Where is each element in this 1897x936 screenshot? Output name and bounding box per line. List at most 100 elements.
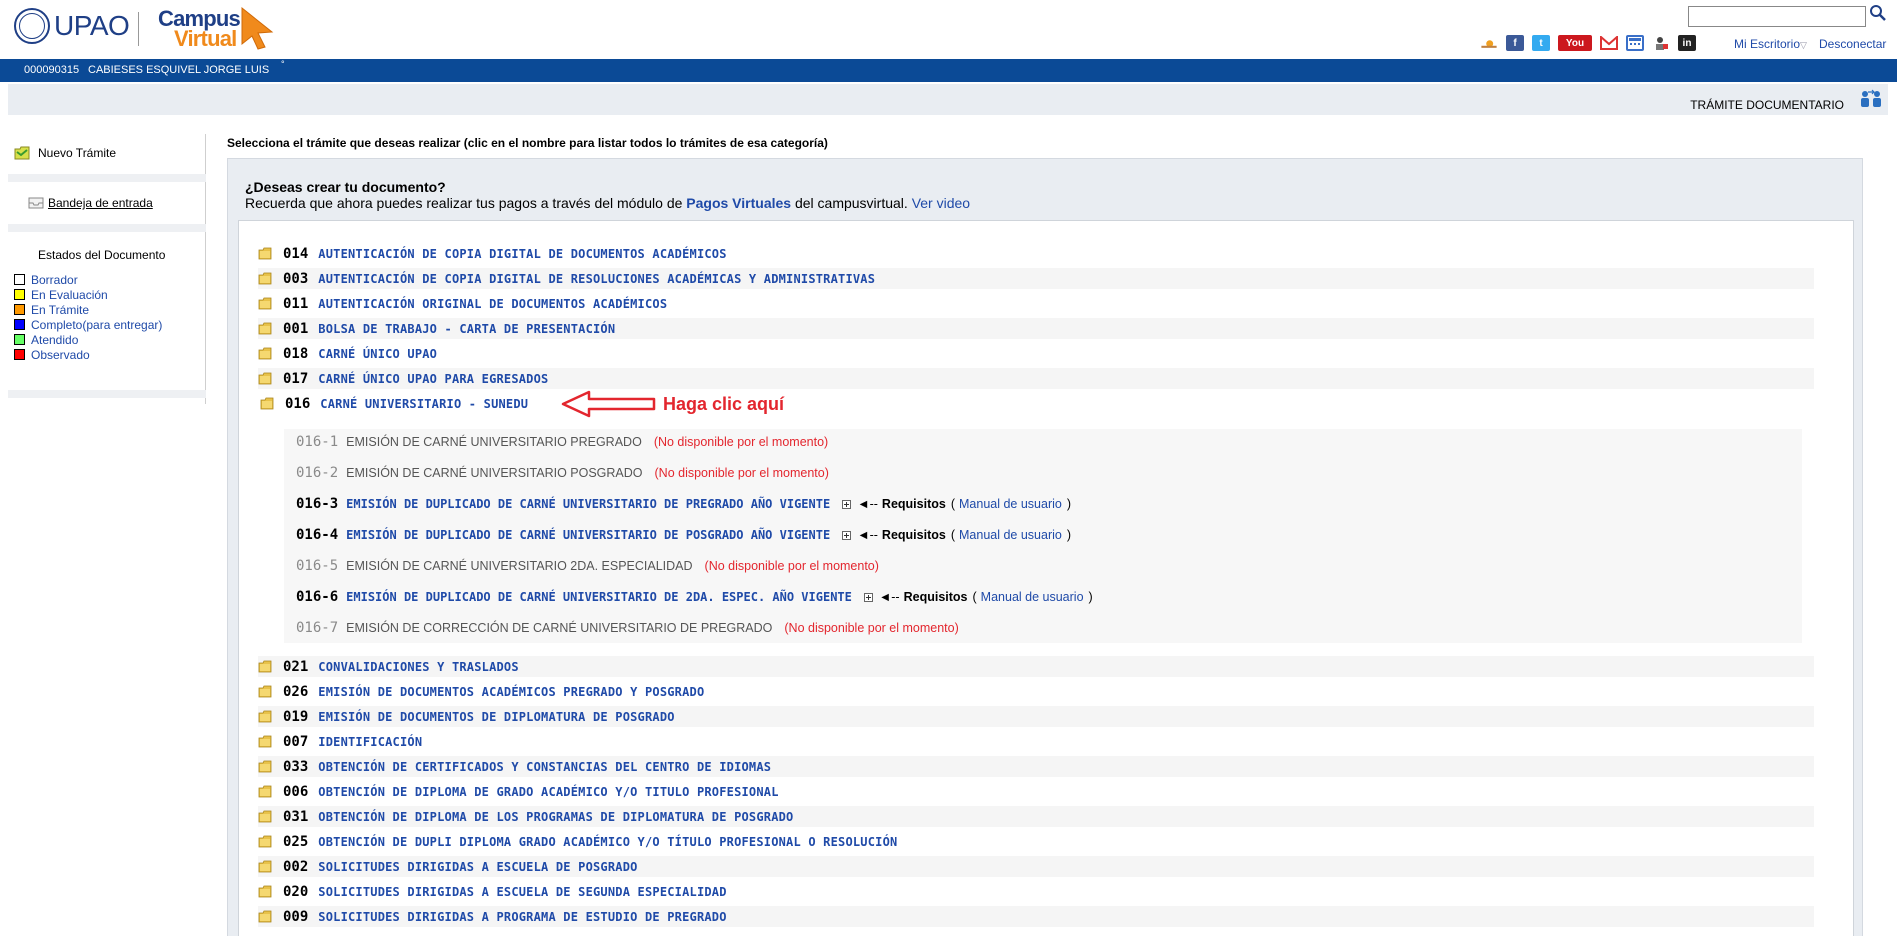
category-row[interactable]: 002 SOLICITUDES DIRIGIDAS A ESCUELA DE PO…	[258, 856, 1814, 877]
unavailable-note: (No disponible por el momento)	[704, 559, 879, 573]
category-row[interactable]: 007 IDENTIFICACIÓN	[258, 731, 1814, 752]
requirements-link[interactable]: Requisitos	[882, 528, 946, 542]
category-row[interactable]: 017 CARNÉ ÚNICO UPAO PARA EGRESADOS	[258, 368, 1814, 389]
category-name[interactable]: SOLICITUDES DIRIGIDAS A ESCUELA DE POSGR…	[318, 860, 637, 874]
category-row[interactable]: 033 OBTENCIÓN DE CERTIFICADOS Y CONSTANCI…	[258, 756, 1814, 777]
calendar-icon[interactable]	[1626, 35, 1644, 51]
subprocedure-name[interactable]: EMISIÓN DE DUPLICADO DE CARNÉ UNIVERSITA…	[346, 528, 830, 542]
folder-icon	[260, 397, 274, 410]
category-name[interactable]: AUTENTICACIÓN DE COPIA DIGITAL DE RESOLU…	[318, 272, 875, 286]
folder-icon	[258, 322, 272, 335]
upao-logo[interactable]: UPAO	[14, 8, 130, 44]
subprocedure-name: EMISIÓN DE CARNÉ UNIVERSITARIO 2DA. ESPE…	[346, 559, 693, 573]
user-code: 000090315	[24, 64, 80, 76]
expand-plus-icon[interactable]	[842, 530, 852, 540]
paren-open: (	[950, 497, 955, 511]
user-manual-link[interactable]: Manual de usuario	[959, 497, 1062, 511]
user-bar: 000090315 CABIESES ESQUIVEL JORGE LUIS °	[0, 59, 1897, 82]
user-manual-link[interactable]: Manual de usuario	[981, 590, 1084, 604]
folder-icon	[258, 860, 272, 873]
category-name[interactable]: SOLICITUDES DIRIGIDAS A PROGRAMA DE ESTU…	[318, 910, 726, 924]
search-input[interactable]	[1688, 6, 1866, 27]
folder-icon	[258, 297, 272, 310]
user-shortcut-icon[interactable]	[1652, 35, 1670, 51]
category-row[interactable]: 003 AUTENTICACIÓN DE COPIA DIGITAL DE RES…	[258, 268, 1814, 289]
category-name[interactable]: EMISIÓN DE DOCUMENTOS DE DIPLOMATURA DE …	[318, 710, 674, 724]
category-name[interactable]: AUTENTICACIÓN ORIGINAL DE DOCUMENTOS ACA…	[318, 297, 667, 311]
twitter-icon[interactable]: t	[1532, 35, 1550, 51]
unavailable-note: (No disponible por el momento)	[654, 466, 829, 480]
category-row[interactable]: 001 BOLSA DE TRABAJO - CARTA DE PRESENTAC…	[258, 318, 1814, 339]
folder-icon	[258, 347, 272, 360]
folder-icon	[258, 910, 272, 923]
campus-virtual-logo[interactable]: Campus Virtual	[156, 4, 276, 51]
category-name[interactable]: OBTENCIÓN DE DIPLOMA DE LOS PROGRAMAS DE…	[318, 810, 793, 824]
gmail-icon[interactable]	[1600, 35, 1618, 51]
subprocedure-row[interactable]: 016-3 EMISIÓN DE DUPLICADO DE CARNÉ UNIVE…	[296, 494, 1071, 514]
shortcut-sun-icon[interactable]	[1480, 35, 1498, 51]
reminder-text-1: Recuerda que ahora puedes realizar tus p…	[245, 195, 687, 211]
watch-video-link[interactable]: Ver video	[912, 195, 970, 211]
subprocedure-code: 016-4	[296, 527, 339, 543]
virtual-payments-link[interactable]: Pagos Virtuales	[686, 195, 791, 211]
category-code: 025	[283, 833, 309, 850]
paren-close: )	[1066, 497, 1072, 511]
category-name[interactable]: SOLICITUDES DIRIGIDAS A ESCUELA DE SEGUN…	[318, 885, 726, 899]
subprocedure-name[interactable]: EMISIÓN DE DUPLICADO DE CARNÉ UNIVERSITA…	[346, 497, 830, 511]
category-name[interactable]: CARNÉ ÚNICO UPAO	[318, 347, 437, 361]
search-icon[interactable]	[1869, 4, 1887, 22]
legend-item: Atendido	[14, 332, 162, 347]
requirements-arrow: ◄--	[857, 528, 878, 542]
expand-plus-icon[interactable]	[863, 592, 873, 602]
category-row[interactable]: 019 EMISIÓN DE DOCUMENTOS DE DIPLOMATURA …	[258, 706, 1814, 727]
legend-item: Completo(para entregar)	[14, 317, 162, 332]
category-row[interactable]: 014 AUTENTICACIÓN DE COPIA DIGITAL DE DOC…	[258, 243, 1814, 264]
category-name[interactable]: CARNÉ ÚNICO UPAO PARA EGRESADOS	[318, 372, 548, 386]
category-name[interactable]: IDENTIFICACIÓN	[318, 735, 422, 749]
paren-close: )	[1088, 590, 1093, 604]
category-name[interactable]: EMISIÓN DE DOCUMENTOS ACADÉMICOS PREGRAD…	[318, 685, 704, 699]
category-row[interactable]: 009 SOLICITUDES DIRIGIDAS A PROGRAMA DE E…	[258, 906, 1814, 927]
create-document-question: ¿Deseas crear tu documento?	[245, 179, 446, 195]
category-name[interactable]: OBTENCIÓN DE DIPLOMA DE GRADO ACADÉMICO …	[318, 785, 778, 799]
category-name[interactable]: AUTENTICACIÓN DE COPIA DIGITAL DE DOCUME…	[318, 247, 726, 261]
folder-icon	[258, 710, 272, 723]
user-manual-link[interactable]: Manual de usuario	[959, 528, 1062, 542]
my-desktop-menu[interactable]: Mi Escritorio▽	[1734, 37, 1807, 51]
category-row[interactable]: 025 OBTENCIÓN DE DUPLI DIPLOMA GRADO ACAD…	[258, 831, 1814, 852]
subprocedure-name[interactable]: EMISIÓN DE DUPLICADO DE CARNÉ UNIVERSITA…	[346, 590, 852, 604]
category-name[interactable]: CONVALIDACIONES Y TRASLADOS	[318, 660, 518, 674]
category-row[interactable]: 021 CONVALIDACIONES Y TRASLADOS	[258, 656, 1814, 677]
category-code: 017	[283, 370, 309, 387]
category-name[interactable]: BOLSA DE TRABAJO - CARTA DE PRESENTACIÓN	[318, 322, 615, 336]
subprocedure-name: EMISIÓN DE CARNÉ UNIVERSITARIO PREGRADO	[346, 435, 642, 449]
subprocedure-row[interactable]: 016-4 EMISIÓN DE DUPLICADO DE CARNÉ UNIVE…	[296, 525, 1071, 545]
youtube-icon[interactable]: You	[1558, 35, 1592, 51]
category-row[interactable]: 031 OBTENCIÓN DE DIPLOMA DE LOS PROGRAMAS…	[258, 806, 1814, 827]
category-row[interactable]: 020 SOLICITUDES DIRIGIDAS A ESCUELA DE SE…	[258, 881, 1814, 902]
linkedin-icon[interactable]: in	[1678, 35, 1696, 51]
category-name[interactable]: OBTENCIÓN DE CERTIFICADOS Y CONSTANCIAS …	[318, 760, 771, 774]
new-procedure-link[interactable]: Nuevo Trámite	[14, 146, 116, 160]
category-row[interactable]: 016 CARNÉ UNIVERSITARIO - SUNEDU	[260, 393, 1816, 414]
callout-arrow-icon	[561, 390, 656, 418]
inbox-icon	[28, 197, 44, 209]
logout-link[interactable]: Desconectar	[1819, 37, 1886, 51]
legend-swatch	[14, 349, 25, 360]
inbox-link[interactable]: Bandeja de entrada	[28, 196, 153, 210]
category-row[interactable]: 026 EMISIÓN DE DOCUMENTOS ACADÉMICOS PREG…	[258, 681, 1814, 702]
legend-label: Borrador	[31, 272, 78, 287]
subprocedure-row[interactable]: 016-6 EMISIÓN DE DUPLICADO DE CARNÉ UNIVE…	[296, 587, 1093, 607]
campus-logo-line2: Virtual	[174, 26, 237, 51]
facebook-icon[interactable]: f	[1506, 35, 1524, 51]
subprocedure-row: 016-5 EMISIÓN DE CARNÉ UNIVERSITARIO 2DA.…	[296, 556, 879, 576]
user-name: CABIESES ESQUIVEL JORGE LUIS	[88, 64, 270, 76]
requirements-link[interactable]: Requisitos	[904, 590, 968, 604]
category-name[interactable]: CARNÉ UNIVERSITARIO - SUNEDU	[320, 397, 528, 411]
category-row[interactable]: 011 AUTENTICACIÓN ORIGINAL DE DOCUMENTOS …	[258, 293, 1814, 314]
expand-plus-icon[interactable]	[842, 499, 852, 509]
requirements-link[interactable]: Requisitos	[882, 497, 946, 511]
category-row[interactable]: 006 OBTENCIÓN DE DIPLOMA DE GRADO ACADÉMI…	[258, 781, 1814, 802]
category-row[interactable]: 018 CARNÉ ÚNICO UPAO	[258, 343, 1814, 364]
category-name[interactable]: OBTENCIÓN DE DUPLI DIPLOMA GRADO ACADÉMI…	[318, 835, 897, 849]
